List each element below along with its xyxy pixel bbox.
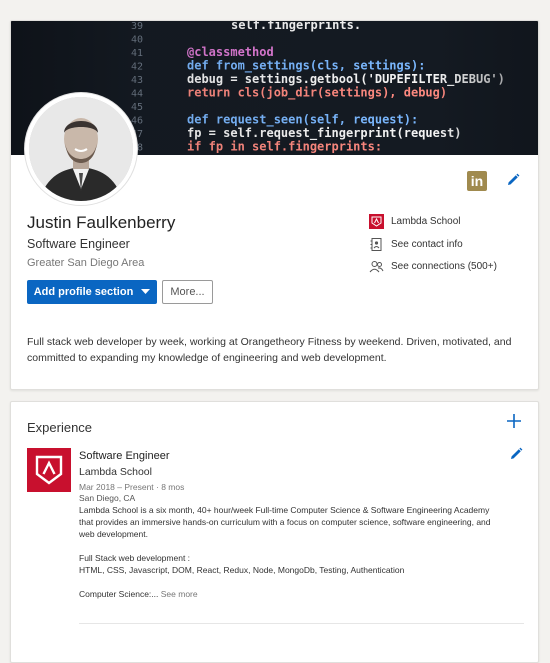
experience-card: Experience Software Engineer Lambda Scho… [10,401,539,663]
chevron-down-icon [141,289,151,294]
description-paragraph: HTML, CSS, Javascript, DOM, React, Redux… [79,565,405,575]
description-subheading: Full Stack web development : [79,553,191,563]
experience-title[interactable]: Software Engineer [79,450,499,462]
profile-card: 39self.fingerprints.4041@classmethod42de… [10,20,539,390]
add-profile-section-button[interactable]: Add profile section [27,280,157,304]
see-more-link[interactable]: See more [161,589,198,599]
profile-summary: Full stack web developer by week, workin… [27,336,512,364]
contact-card-icon [370,238,382,251]
experience-section-title: Experience [27,420,93,435]
people-icon [369,261,384,273]
divider [79,623,524,624]
lambda-school-logo-icon[interactable] [27,448,71,492]
experience-dates: Mar 2018 – Present · 8 mos [79,482,185,492]
more-button[interactable]: More... [162,280,213,304]
profile-name: Justin Faulkenberry [27,213,176,232]
linkedin-icon[interactable]: in [467,171,487,191]
experience-company[interactable]: Lambda School [79,466,499,478]
contact-info-link[interactable]: See contact info [369,237,463,252]
description-paragraph: Lambda School is a six month, 40+ hour/w… [79,505,491,539]
school-link[interactable]: Lambda School [369,214,461,229]
edit-experience-pencil-icon[interactable] [508,446,524,467]
experience-description: Lambda School is a six month, 40+ hour/w… [79,504,499,600]
edit-profile-pencil-icon[interactable] [505,172,521,193]
experience-location: San Diego, CA [79,493,136,503]
profile-location: Greater San Diego Area [27,257,145,269]
profile-photo[interactable] [25,93,137,205]
profile-headline: Software Engineer [27,237,130,251]
experience-entry: Software Engineer Lambda School Mar 2018… [79,450,499,600]
connections-link[interactable]: See connections (500+) [369,259,497,274]
lambda-school-logo-icon [369,214,384,229]
description-truncated: Computer Science:... See more [79,589,198,599]
add-experience-plus-icon[interactable] [507,414,521,433]
